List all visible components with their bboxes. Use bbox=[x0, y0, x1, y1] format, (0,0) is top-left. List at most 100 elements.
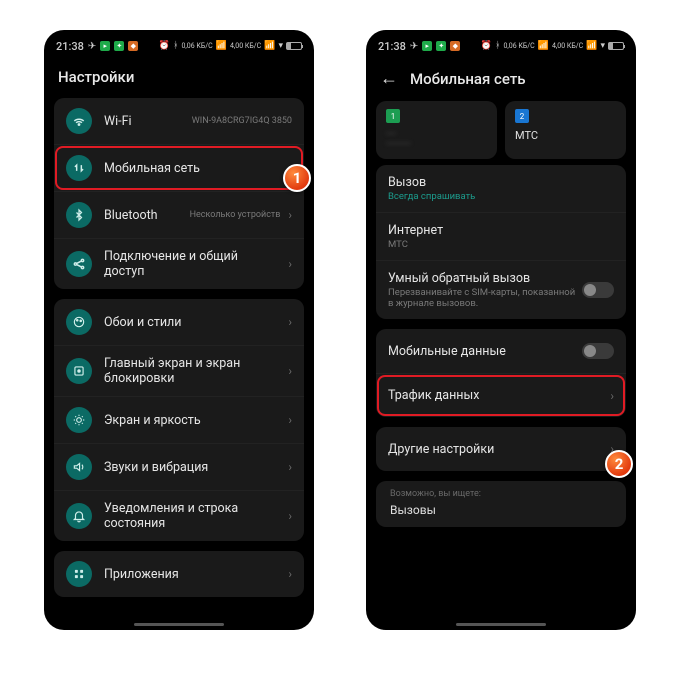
app-icon-3: ◆ bbox=[128, 41, 138, 51]
mdata-label: Мобильные данные bbox=[388, 344, 582, 359]
wifi-icon: ▾ bbox=[600, 41, 605, 51]
callback-toggle[interactable] bbox=[582, 282, 614, 298]
card-display: Обои и стили › Главный экран и экран бло… bbox=[54, 299, 304, 541]
nav-bar[interactable] bbox=[134, 623, 224, 626]
chevron-right-icon: › bbox=[288, 315, 292, 329]
wifi-icon: ▾ bbox=[278, 41, 283, 51]
step-marker-2: 2 bbox=[605, 450, 633, 478]
internet-label: Интернет bbox=[388, 223, 614, 238]
sound-label: Звуки и вибрация bbox=[104, 460, 280, 475]
notif-label: Уведомления и строка состояния bbox=[104, 501, 280, 531]
other-label: Другие настройки bbox=[388, 442, 602, 457]
bluetooth-icon bbox=[66, 202, 92, 228]
status-bar: 21:38 ✈ ▸ ✦ ◆ ⏰ ᚼ 0,06 КБ/С 📶 4,00 КБ/С … bbox=[366, 30, 636, 58]
sim-card-1[interactable]: 1 ---- ---------- bbox=[376, 101, 497, 159]
chevron-right-icon: › bbox=[288, 413, 292, 427]
signal-icon-2: 📶 bbox=[586, 41, 597, 51]
chevron-right-icon: › bbox=[610, 389, 614, 403]
mobile-label: Мобильная сеть bbox=[104, 161, 280, 176]
internet-value: МТС bbox=[388, 239, 614, 250]
app-icon-2: ✦ bbox=[114, 41, 124, 51]
row-notifications[interactable]: Уведомления и строка состояния › bbox=[54, 490, 304, 541]
row-call[interactable]: Вызов Всегда спрашивать bbox=[376, 165, 626, 212]
row-smart-callback[interactable]: Умный обратный вызов Перезванивайте с SI… bbox=[376, 260, 626, 319]
phone-settings: 21:38 ✈ ▸ ✦ ◆ ⏰ ᚼ 0,06 КБ/С 📶 4,00 КБ/С … bbox=[44, 30, 314, 630]
sim2-label: МТС bbox=[515, 129, 616, 142]
wifi-label: Wi-Fi bbox=[104, 114, 186, 129]
home-icon bbox=[66, 358, 92, 384]
wifi-icon bbox=[66, 108, 92, 134]
card-other: Другие настройки › bbox=[376, 427, 626, 471]
header: Настройки bbox=[44, 58, 314, 98]
search-hint: Возможно, вы ищете: bbox=[376, 481, 626, 503]
sim1-badge: 1 bbox=[386, 109, 400, 123]
sim1-label: ---- bbox=[386, 129, 487, 139]
net-speed-1: 0,06 КБ/С bbox=[181, 43, 212, 50]
apps-icon bbox=[66, 561, 92, 587]
step-marker-1: 1 bbox=[283, 164, 311, 192]
share-icon bbox=[66, 251, 92, 277]
sound-icon bbox=[66, 454, 92, 480]
card-connections: Wi-Fi WIN-9A8CRG7IG4Q 3850 Мобильная сет… bbox=[54, 98, 304, 289]
row-internet[interactable]: Интернет МТС bbox=[376, 212, 626, 260]
row-wallpaper[interactable]: Обои и стили › bbox=[54, 299, 304, 345]
sim2-badge: 2 bbox=[515, 109, 529, 123]
search-value[interactable]: Вызовы bbox=[376, 503, 626, 527]
bluetooth-icon: ᚼ bbox=[495, 41, 500, 51]
palette-icon bbox=[66, 309, 92, 335]
battery-icon bbox=[608, 42, 624, 50]
app-icon-2: ✦ bbox=[436, 41, 446, 51]
row-mobile-data[interactable]: Мобильные данные bbox=[376, 329, 626, 373]
card-data: Мобильные данные Трафик данных › bbox=[376, 329, 626, 417]
card-search-suggest: Возможно, вы ищете: Вызовы bbox=[376, 481, 626, 527]
signal-icon: 📶 bbox=[216, 41, 227, 51]
mobile-data-icon bbox=[66, 155, 92, 181]
row-other[interactable]: Другие настройки › bbox=[376, 427, 626, 471]
alarm-icon: ⏰ bbox=[159, 41, 170, 51]
back-button[interactable]: ← bbox=[380, 68, 398, 89]
alarm-icon: ⏰ bbox=[481, 41, 492, 51]
page-title: Мобильная сеть bbox=[410, 70, 526, 88]
wallpaper-label: Обои и стили bbox=[104, 315, 280, 330]
brightness-icon bbox=[66, 407, 92, 433]
bell-icon bbox=[66, 503, 92, 529]
callback-label: Умный обратный вызов bbox=[388, 271, 582, 286]
call-value: Всегда спрашивать bbox=[388, 191, 614, 202]
bluetooth-value: Несколько устройств bbox=[190, 210, 281, 220]
signal-icon-2: 📶 bbox=[264, 41, 275, 51]
row-tethering[interactable]: Подключение и общий доступ › bbox=[54, 238, 304, 289]
chevron-right-icon: › bbox=[288, 364, 292, 378]
telegram-icon: ✈ bbox=[88, 41, 96, 52]
display-label: Экран и яркость bbox=[104, 413, 280, 428]
chevron-right-icon: › bbox=[288, 567, 292, 581]
row-data-traffic[interactable]: Трафик данных › bbox=[376, 373, 626, 417]
nav-bar[interactable] bbox=[456, 623, 546, 626]
bluetooth-label: Bluetooth bbox=[104, 208, 184, 223]
sim1-sub: ---------- bbox=[386, 139, 487, 149]
row-wifi[interactable]: Wi-Fi WIN-9A8CRG7IG4Q 3850 bbox=[54, 98, 304, 144]
page-title: Настройки bbox=[58, 68, 134, 86]
wifi-value: WIN-9A8CRG7IG4Q 3850 bbox=[192, 116, 292, 126]
row-mobile-network[interactable]: Мобильная сеть › bbox=[54, 144, 304, 191]
app-icon-1: ▸ bbox=[100, 41, 110, 51]
row-bluetooth[interactable]: Bluetooth Несколько устройств › bbox=[54, 191, 304, 238]
row-display[interactable]: Экран и яркость › bbox=[54, 396, 304, 443]
status-time: 21:38 bbox=[56, 40, 84, 53]
chevron-right-icon: › bbox=[288, 460, 292, 474]
mdata-toggle[interactable] bbox=[582, 343, 614, 359]
row-sound[interactable]: Звуки и вибрация › bbox=[54, 443, 304, 490]
net-speed-2: 4,00 КБ/С bbox=[552, 43, 583, 50]
row-apps[interactable]: Приложения › bbox=[54, 551, 304, 597]
row-home-lock[interactable]: Главный экран и экран блокировки › bbox=[54, 345, 304, 396]
traffic-label: Трафик данных bbox=[388, 388, 602, 403]
call-label: Вызов bbox=[388, 175, 614, 190]
header: ← Мобильная сеть bbox=[366, 58, 636, 101]
apps-label: Приложения bbox=[104, 567, 280, 582]
status-bar: 21:38 ✈ ▸ ✦ ◆ ⏰ ᚼ 0,06 КБ/С 📶 4,00 КБ/С … bbox=[44, 30, 314, 58]
tether-label: Подключение и общий доступ bbox=[104, 249, 280, 279]
phone-mobile-network: 21:38 ✈ ▸ ✦ ◆ ⏰ ᚼ 0,06 КБ/С 📶 4,00 КБ/С … bbox=[366, 30, 636, 630]
chevron-right-icon: › bbox=[288, 208, 292, 222]
sim-row: 1 ---- ---------- 2 МТС bbox=[376, 101, 626, 165]
card-call-settings: Вызов Всегда спрашивать Интернет МТС Умн… bbox=[376, 165, 626, 319]
sim-card-2[interactable]: 2 МТС bbox=[505, 101, 626, 159]
